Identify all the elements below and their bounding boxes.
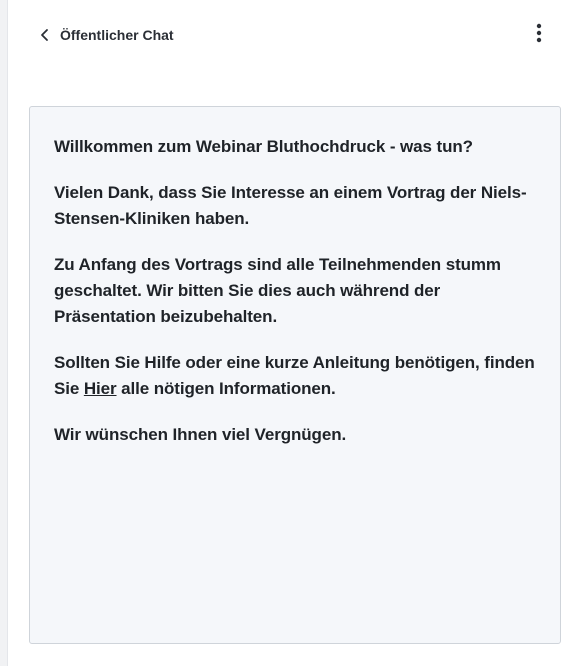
welcome-thanks: Vielen Dank, dass Sie Interesse an einem… <box>54 183 527 228</box>
welcome-mute-info: Zu Anfang des Vortrags sind alle Teilneh… <box>54 255 501 326</box>
chevron-left-icon <box>40 28 50 42</box>
kebab-menu-icon <box>536 23 542 48</box>
back-button[interactable]: Öffentlicher Chat <box>40 27 174 43</box>
welcome-closing: Wir wünschen Ihnen viel Vergnügen. <box>54 425 347 444</box>
chat-header: Öffentlicher Chat <box>40 20 552 50</box>
welcome-message-panel: Willkommen zum Webinar Bluthochdruck - w… <box>29 106 561 644</box>
welcome-help-info: Sollten Sie Hilfe oder eine kurze Anleit… <box>54 350 538 402</box>
sidebar-edge <box>0 0 8 666</box>
help-text-after: alle nötigen Informationen. <box>116 379 336 398</box>
welcome-title: Willkommen zum Webinar Bluthochdruck - w… <box>54 137 473 156</box>
options-menu-button[interactable] <box>528 23 550 47</box>
chat-title: Öffentlicher Chat <box>60 27 174 43</box>
help-link[interactable]: Hier <box>84 379 117 398</box>
